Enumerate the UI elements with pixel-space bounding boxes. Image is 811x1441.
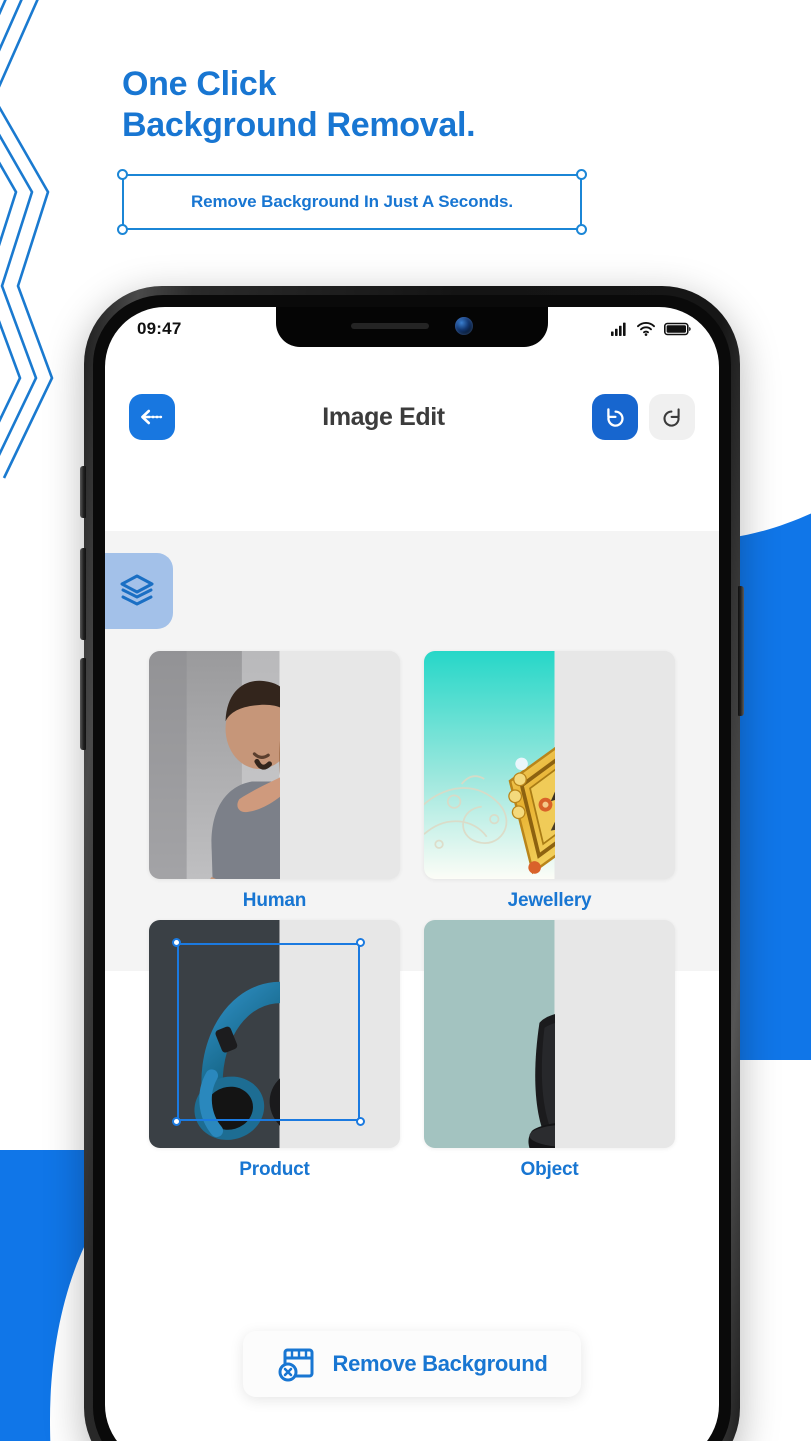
headline-line-2: Background Removal. bbox=[122, 106, 476, 144]
status-time: 09:47 bbox=[137, 319, 182, 338]
back-button[interactable] bbox=[129, 394, 175, 440]
phone-volume-up-button[interactable] bbox=[80, 548, 86, 640]
removed-background-half bbox=[554, 920, 675, 1148]
category-thumbnail bbox=[149, 651, 400, 879]
battery-icon bbox=[664, 322, 691, 336]
remove-background-button[interactable]: Remove Background bbox=[243, 1331, 581, 1397]
selection-handle-bottom-left[interactable] bbox=[117, 224, 128, 235]
selection-handle-bottom-right[interactable] bbox=[355, 1116, 365, 1126]
category-thumbnail bbox=[149, 920, 400, 1148]
selection-handle-top-right[interactable] bbox=[355, 937, 365, 947]
category-card-human[interactable]: Human bbox=[149, 651, 400, 912]
category-label: Jewellery bbox=[507, 890, 592, 911]
signal-bars-icon bbox=[611, 322, 626, 336]
category-card-product[interactable]: Product bbox=[149, 920, 400, 1181]
layers-icon bbox=[120, 574, 154, 606]
front-camera-icon bbox=[455, 317, 473, 335]
tagline-selection-box: Remove Background In Just A Seconds. bbox=[117, 169, 587, 235]
page-title: Image Edit bbox=[322, 402, 445, 431]
category-label: Human bbox=[242, 890, 307, 911]
status-icons bbox=[611, 322, 691, 336]
phone-screen: 09:47 Image Edit Human Jewellery Product… bbox=[105, 307, 719, 1441]
category-card-jewellery[interactable]: Jewellery bbox=[424, 651, 675, 912]
phone-volume-down-button[interactable] bbox=[80, 658, 86, 750]
editor-content-panel: Human Jewellery Product Object bbox=[105, 531, 719, 1180]
category-grid: Human Jewellery Product Object bbox=[105, 651, 719, 1181]
phone-mockup: 09:47 Image Edit Human Jewellery Product… bbox=[80, 286, 744, 1441]
product-selection-box[interactable] bbox=[171, 937, 365, 1126]
category-thumbnail bbox=[424, 920, 675, 1148]
tagline-text: Remove Background In Just A Seconds. bbox=[191, 192, 513, 211]
headline-line-1: One Click bbox=[122, 65, 277, 103]
removed-background-half bbox=[279, 651, 400, 879]
redo-icon bbox=[663, 408, 680, 427]
category-label: Product bbox=[239, 1159, 310, 1180]
removed-background-half bbox=[554, 651, 675, 879]
category-label: Object bbox=[520, 1159, 579, 1180]
remove-image-icon bbox=[278, 1348, 314, 1382]
selection-handle-bottom-left[interactable] bbox=[171, 1116, 181, 1126]
redo-button[interactable] bbox=[649, 394, 695, 440]
layers-tool-tab[interactable] bbox=[105, 553, 173, 629]
category-thumbnail bbox=[424, 651, 675, 879]
undo-icon bbox=[607, 408, 624, 427]
app-header: Image Edit bbox=[105, 383, 719, 451]
promo-screenshot: One Click Background Removal. Remove Bac… bbox=[0, 0, 811, 1441]
phone-power-button[interactable] bbox=[738, 586, 744, 716]
wifi-icon bbox=[637, 322, 655, 336]
earpiece-speaker-icon bbox=[351, 323, 429, 329]
selection-handle-top-left[interactable] bbox=[171, 937, 181, 947]
selection-handle-bottom-right[interactable] bbox=[576, 224, 587, 235]
phone-notch bbox=[276, 307, 548, 347]
selection-handle-top-right[interactable] bbox=[576, 169, 587, 180]
selection-handle-top-left[interactable] bbox=[117, 169, 128, 180]
category-card-object[interactable]: Object bbox=[424, 920, 675, 1181]
page-title: One Click Background Removal. bbox=[122, 64, 476, 146]
arrow-left-icon bbox=[141, 409, 163, 425]
undo-button[interactable] bbox=[592, 394, 638, 440]
header-actions bbox=[592, 394, 695, 440]
phone-mute-button[interactable] bbox=[80, 466, 86, 518]
remove-background-label: Remove Background bbox=[332, 1351, 548, 1376]
